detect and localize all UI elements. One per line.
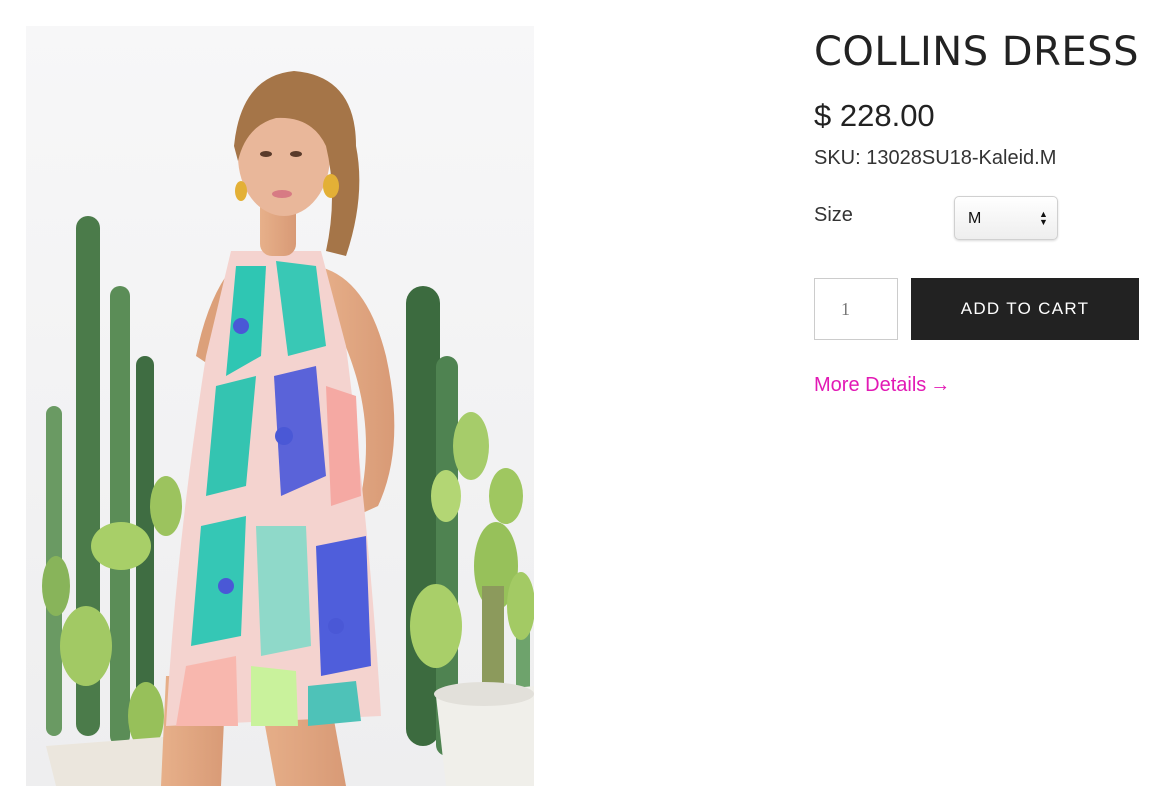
size-selected-value: M — [968, 210, 982, 227]
quantity-input[interactable] — [814, 278, 898, 340]
select-arrows-icon: ▲ ▼ — [1039, 209, 1048, 227]
product-sku: SKU: 13028SU18-Kaleid.M — [814, 147, 1057, 169]
add-to-cart-button[interactable]: ADD TO CART — [911, 278, 1139, 340]
size-row: Size M ▲ ▼ — [814, 196, 1144, 242]
cart-row: ADD TO CART — [814, 278, 1144, 340]
product-price: $ 228.00 — [814, 98, 935, 133]
product-details: COLLINS DRESS $ 228.00 SKU: 13028SU18-Ka… — [814, 20, 1144, 397]
size-select[interactable]: M ▲ ▼ — [954, 196, 1058, 240]
more-details-label: More Details — [814, 374, 927, 396]
product-title: COLLINS DRESS — [814, 29, 1139, 75]
more-details-link[interactable]: More Details → — [814, 374, 950, 397]
size-label: Size — [814, 204, 853, 226]
product-image — [26, 26, 534, 786]
arrow-right-icon: → — [930, 374, 951, 396]
